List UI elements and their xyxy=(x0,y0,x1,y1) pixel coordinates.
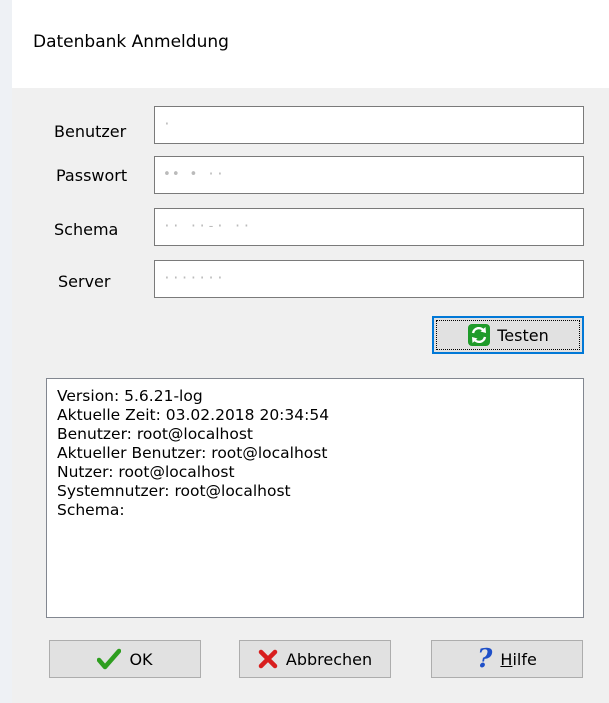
ok-button-label: OK xyxy=(129,649,153,669)
server-label: Server xyxy=(58,272,111,291)
output-line-schema: Schema: xyxy=(57,501,125,519)
output-line-version: Version: 5.6.21-log xyxy=(57,387,203,405)
schema-label: Schema xyxy=(54,220,119,239)
server-input[interactable]: ······· xyxy=(154,260,584,298)
test-button[interactable]: Testen xyxy=(432,316,584,354)
help-button[interactable]: ? Hilfe xyxy=(431,640,583,678)
output-line-user: Benutzer: root@localhost xyxy=(57,425,253,443)
benutzer-label: Benutzer xyxy=(54,122,127,141)
dialog-title-bar: Datenbank Anmeldung xyxy=(12,0,609,88)
dialog-title: Datenbank Anmeldung xyxy=(33,32,229,52)
output-line-time: Aktuelle Zeit: 03.02.2018 20:34:54 xyxy=(57,406,330,424)
checkmark-icon xyxy=(97,648,122,670)
passwort-input[interactable]: •• • ·· xyxy=(154,156,584,194)
ok-button[interactable]: OK xyxy=(49,640,201,678)
benutzer-input[interactable]: · xyxy=(154,106,584,144)
x-mark-icon xyxy=(258,649,278,669)
schema-input[interactable]: ·· ··‐· ·· xyxy=(154,208,584,246)
output-line-current-user: Aktueller Benutzer: root@localhost xyxy=(57,444,328,462)
output-line-nutzer: Nutzer: root@localhost xyxy=(57,463,235,481)
connection-info-output[interactable]: Version: 5.6.21-log Aktuelle Zeit: 03.02… xyxy=(46,378,584,618)
cancel-button[interactable]: Abbrechen xyxy=(239,640,391,678)
refresh-icon xyxy=(467,323,491,347)
question-mark-icon: ? xyxy=(477,644,493,674)
cancel-button-label: Abbrechen xyxy=(285,649,373,669)
passwort-label: Passwort xyxy=(56,166,128,185)
help-button-label: Hilfe xyxy=(500,649,537,669)
test-button-label: Testen xyxy=(497,325,549,345)
output-line-system-user: Systemnutzer: root@localhost xyxy=(57,482,291,500)
